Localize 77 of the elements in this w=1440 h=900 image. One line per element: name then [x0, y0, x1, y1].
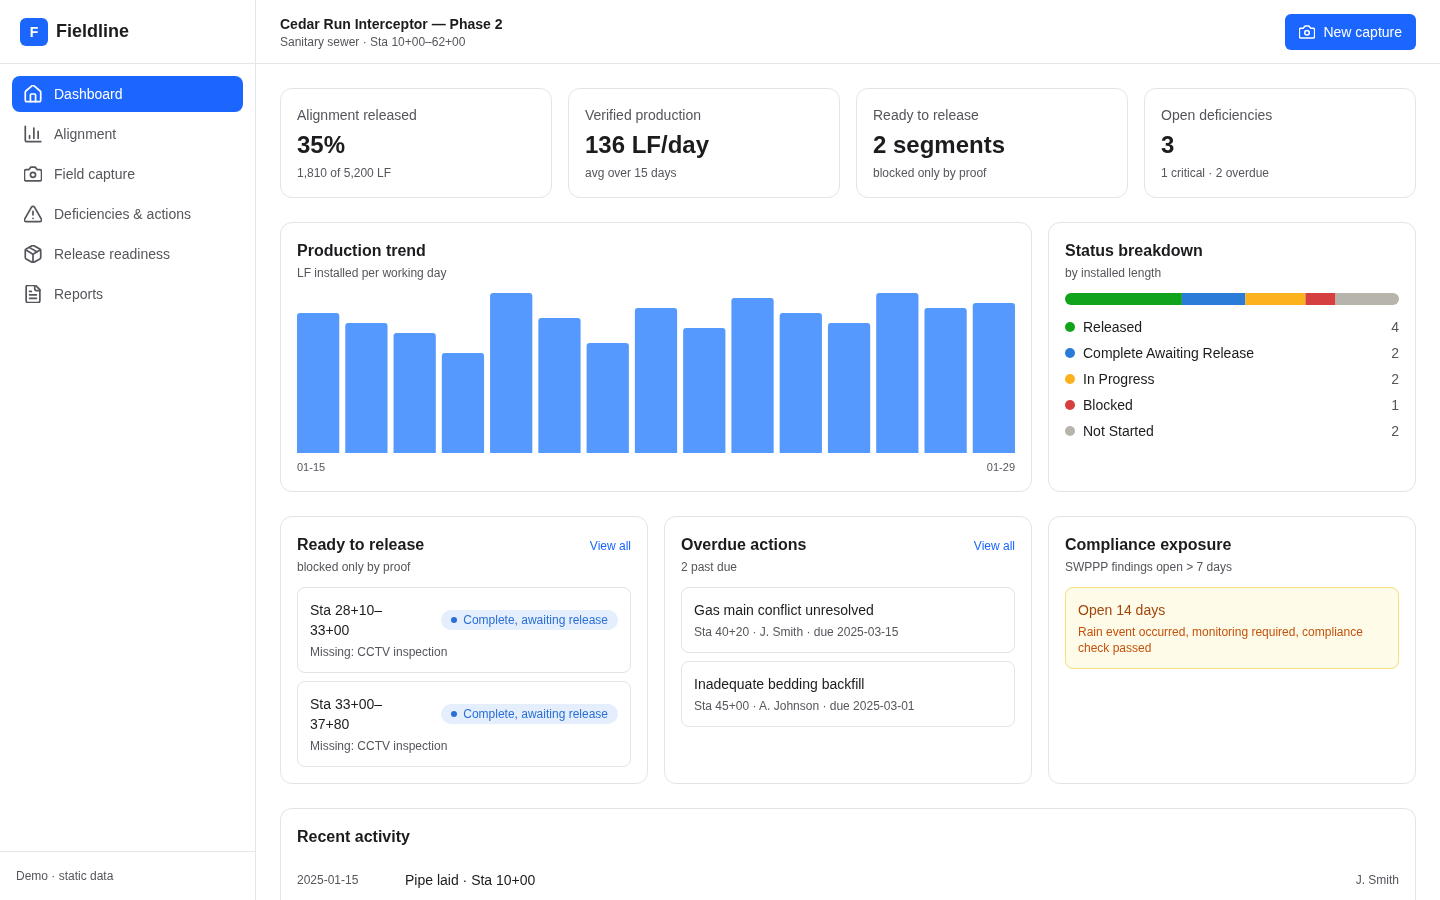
footer-note: Demo · static data [16, 869, 114, 883]
station-range: Sta 28+10–33+00 [310, 601, 383, 640]
card-title: Status breakdown [1065, 241, 1203, 261]
activity-user: J. Smith [1355, 872, 1399, 888]
kpi-note: blocked only by proof [873, 165, 988, 181]
nav-item[interactable]: Dashboard [12, 76, 243, 112]
legend-label: Not Started [1083, 422, 1154, 441]
warning-icon [24, 205, 42, 223]
axis-label: 01-15 [297, 461, 326, 473]
view-all-link[interactable]: View all [589, 538, 631, 554]
missing-proof: Missing: CCTV inspection [310, 738, 449, 754]
legend-label: In Progress [1083, 370, 1155, 389]
legend-label: Complete Awaiting Release [1083, 344, 1254, 363]
dot-icon [451, 711, 458, 717]
camera-icon [1299, 23, 1316, 40]
activity-text: Pipe laid · Sta 10+00 [405, 871, 536, 890]
axis-label: 01-29 [986, 461, 1015, 473]
card-subtitle: SWPPP findings open > 7 days [1065, 559, 1232, 575]
legend-label: Released [1083, 318, 1143, 337]
kpi-note: 1 critical · 2 overdue [1161, 165, 1271, 181]
kpi-value: 3 [1161, 130, 1176, 160]
activity-date: 2025-01-15 [297, 872, 360, 888]
nav-item[interactable]: Reports [12, 276, 243, 312]
notice-title: Open 14 days [1078, 601, 1167, 620]
status-count: 2 [1391, 422, 1399, 441]
action-meta: Sta 40+20 · J. Smith · due 2025-03-15 [694, 624, 900, 640]
kpi-value: 136 LF/day [585, 130, 711, 160]
card-title: Overdue actions [681, 535, 807, 555]
legend-label: Blocked [1083, 396, 1133, 415]
kpi-label: Open deficiencies [1161, 106, 1274, 125]
kpi-label: Verified production [585, 106, 702, 125]
nav-item[interactable]: Deficiencies & actions [12, 196, 243, 232]
nav-item[interactable]: Alignment [12, 116, 243, 152]
house-icon [24, 85, 42, 103]
status-count: 2 [1391, 344, 1399, 363]
view-all-link[interactable]: View all [973, 538, 1015, 554]
nav-item[interactable]: Field capture [12, 156, 243, 192]
status-count: 4 [1391, 318, 1399, 337]
card-subtitle: blocked only by proof [297, 559, 412, 575]
action-item[interactable]: Gas main conflict unresolved Sta 40+20 · J. Smith · due 2025-03-15 [681, 587, 1015, 653]
card-title: Ready to release [297, 535, 425, 555]
camera-icon [24, 165, 42, 183]
card-subtitle: LF installed per working day [297, 265, 447, 281]
action-meta: Sta 45+00 · A. Johnson · due 2025-03-01 [694, 698, 916, 714]
action-title: Inadequate bedding backfill [694, 675, 866, 694]
bar-chart-icon [24, 125, 42, 143]
card-title: Production trend [297, 241, 427, 261]
action-title: Gas main conflict unresolved [694, 601, 875, 620]
action-item[interactable]: Inadequate bedding backfill Sta 45+00 · A. Johnson · due 2025-03-01 [681, 661, 1015, 727]
app-name: Fieldline [56, 21, 129, 42]
card-title: Recent activity [297, 827, 410, 847]
package-icon [24, 245, 42, 263]
document-icon [24, 285, 42, 303]
card-subtitle: by installed length [1065, 265, 1163, 281]
segment-item[interactable]: Sta 33+00–37+80 Complete, awaiting release Missing: CCTV inspection [297, 681, 631, 767]
notice-text: Rain event occurred, monitoring required, compliance check passed [1078, 624, 1364, 656]
status-count: 1 [1391, 396, 1399, 415]
kpi-note: avg over 15 days [585, 165, 678, 181]
dot-icon [451, 617, 458, 623]
kpi-label: Ready to release [873, 106, 980, 125]
status-text: Complete, awaiting release [463, 612, 608, 628]
nav-item[interactable]: Release readiness [12, 236, 243, 272]
kpi-note: 1,810 of 5,200 LF [297, 165, 393, 181]
card-title: Compliance exposure [1065, 535, 1232, 555]
card-subtitle: 2 past due [681, 559, 739, 575]
project-subtitle: Sanitary sewer · Sta 10+00–62+00 [280, 33, 467, 50]
missing-proof: Missing: CCTV inspection [310, 644, 449, 660]
new-capture-button[interactable]: New capture [1285, 13, 1416, 50]
segment-item[interactable]: Sta 28+10–33+00 Complete, awaiting release Missing: CCTV inspection [297, 587, 631, 673]
status-text: Complete, awaiting release [463, 706, 608, 722]
kpi-value: 2 segments [873, 130, 1007, 160]
status-count: 2 [1391, 370, 1399, 389]
app-logo: F [20, 17, 48, 46]
kpi-value: 35% [297, 130, 347, 160]
project-title: Cedar Run Interceptor — Phase 2 [280, 14, 503, 34]
kpi-label: Alignment released [297, 106, 418, 125]
station-range: Sta 33+00–37+80 [310, 695, 383, 734]
